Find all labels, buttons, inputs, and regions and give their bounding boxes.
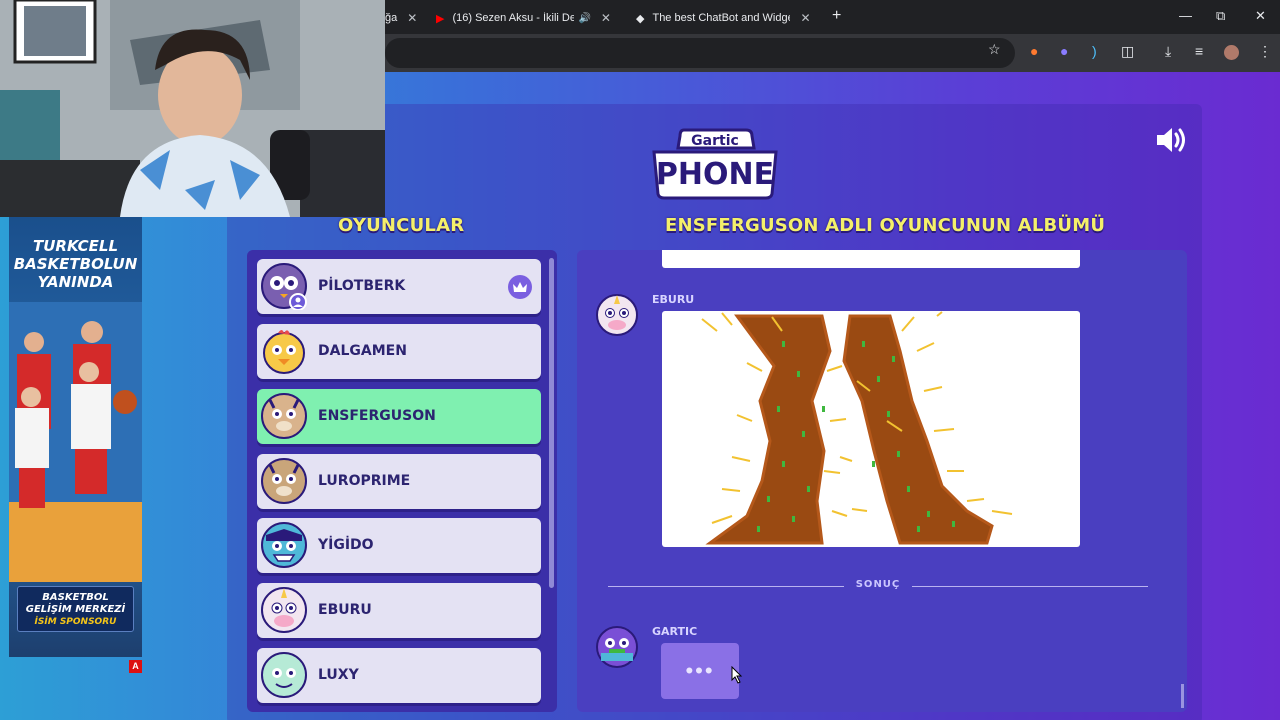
sponsor-headline-line: TURKCELL [33,237,118,255]
logo-top-text: Gartic [691,133,739,149]
close-icon[interactable]: ✕ [601,11,611,25]
menu-kebab-icon[interactable]: ⋮ [1258,43,1272,60]
result-author: GARTIC [652,625,698,638]
player-card-active[interactable]: ENSFERGUSON [257,389,541,444]
gartic-mascot-avatar-icon [596,626,638,668]
sound-icon[interactable] [1153,122,1189,158]
extension-wave-icon[interactable]: ) [1092,43,1097,59]
maximize-button[interactable]: ⧉ [1216,8,1225,24]
logo-bottom-text: PHONE [656,157,774,192]
sponsor-banner: TURKCELL BASKETBOLUN YANINDA BASKETBOL G… [9,217,142,657]
close-icon[interactable]: ✕ [800,11,810,25]
divider-line [608,586,844,587]
sponsor-headline-line: YANINDA [37,273,114,291]
profile-avatar-icon[interactable] [1224,45,1239,60]
players-section-title: OYUNCULAR [338,215,465,236]
divider-line [912,586,1148,587]
player-name: DALGAMEN [318,343,407,359]
typing-indicator: ••• [661,643,739,699]
owl-avatar-icon [261,263,307,310]
gartic-phone-logo: Gartic PHONE [652,128,778,200]
tab-title: ğa [385,12,398,24]
close-window-button[interactable]: ✕ [1255,8,1266,24]
unicorn-cow-avatar-icon [596,294,638,336]
sponsor-badge-line: GELİŞİM MERKEZİ [25,604,126,615]
player-name: EBURU [318,602,372,618]
drawing-canvas [701,311,1013,545]
sponsor-mark-icon: A [129,660,142,673]
tab-chatbot[interactable]: ◆ The best ChatBot and Widgets ✕ [636,5,816,31]
player-card[interactable]: LUXY [257,648,541,703]
basketball-players-image [9,302,142,582]
sponsor-badge-line: BASKETBOL [42,592,109,603]
player-name: LUXY [318,667,359,683]
unicorn-cow-avatar-icon [261,587,307,633]
chicken-avatar-icon [263,330,305,374]
minimize-button[interactable]: — [1179,8,1192,23]
tab-title: The best ChatBot and Widgets [652,12,791,24]
download-icon[interactable]: ⤓ [1165,43,1171,60]
mouse-cursor-icon [731,666,743,684]
youtube-icon: ▶ [436,12,445,25]
llama-avatar-icon [261,458,307,504]
player-name: YİGİDO [318,537,374,553]
player-card[interactable]: DALGAMEN [257,324,541,379]
players-scrollbar[interactable] [549,258,554,588]
previous-drawing-edge [662,250,1080,268]
player-card[interactable]: PİLOTBERK [257,259,541,314]
player-card[interactable]: LUROPRIME [257,454,541,509]
sponsor-badge: BASKETBOL GELİŞİM MERKEZİ İSİM SPONSORU [17,586,134,632]
close-icon[interactable]: ✕ [407,11,417,25]
crown-icon [508,275,532,299]
sponsor-headline: TURKCELL BASKETBOLUN YANINDA [9,237,142,291]
address-bar[interactable] [385,38,1015,68]
album-section-title: ENSFERGUSON ADLI OYUNCUNUN ALBÜMÜ [665,215,1106,236]
entry-author: EBURU [652,293,695,306]
llama-avatar-icon [261,393,307,439]
album-scrollbar[interactable] [1181,684,1184,708]
new-tab-button[interactable]: + [832,7,841,25]
player-name: PİLOTBERK [318,278,406,294]
bookmark-star-icon[interactable]: ☆ [988,41,1001,58]
player-drawing [662,311,1080,547]
webcam-feed-image [0,0,385,217]
player-name: ENSFERGUSON [318,408,436,424]
result-divider-label: SONUÇ [855,579,901,590]
media-control-icon[interactable]: ≡ [1195,43,1203,59]
tab-youtube[interactable]: ▶ (16) Sezen Aksu - İkili Delilik 🔊 ✕ [436,5,624,31]
player-card[interactable]: EBURU [257,583,541,638]
ghost-avatar-icon [261,652,307,698]
tab-partial[interactable]: ğa ✕ [385,5,425,31]
player-card[interactable]: YİGİDO [257,518,541,573]
sponsor-badge-line: İSİM SPONSORU [34,617,117,627]
webcam-overlay [0,0,385,217]
tab-title: (16) Sezen Aksu - İkili Delilik [452,12,575,24]
extension-chat-icon[interactable]: ● [1060,43,1068,59]
site-favicon-icon: ◆ [636,12,645,25]
player-name: LUROPRIME [318,473,411,489]
extension-fox-icon[interactable]: ● [1030,43,1038,59]
audio-playing-icon[interactable]: 🔊 [578,13,590,24]
sponsor-headline-line: BASKETBOLUN [13,255,138,273]
monster-avatar-icon [261,522,307,568]
extensions-puzzle-icon[interactable]: ◫ [1121,43,1134,60]
